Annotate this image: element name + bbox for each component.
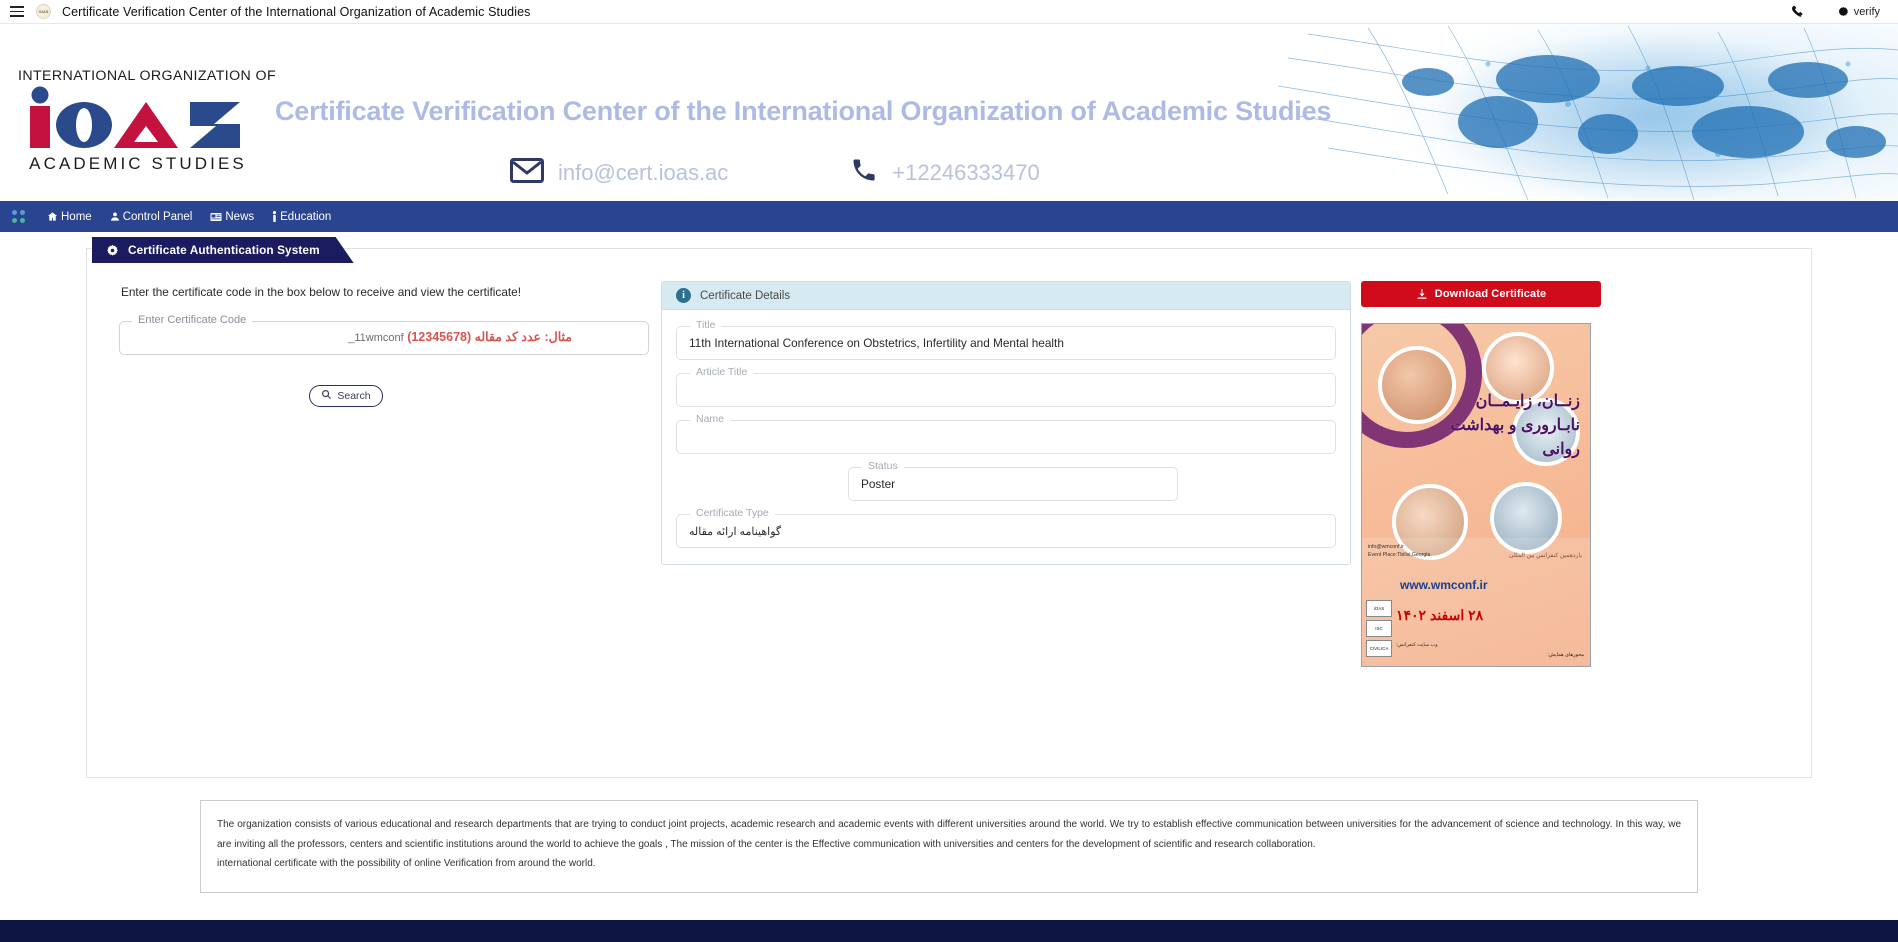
verify-label: verify [1853, 5, 1880, 18]
poster-event-place: Event Place:Tbilisi,Georgia [1368, 552, 1431, 558]
ioas-logo-mark [30, 86, 240, 148]
details-field-title[interactable]: Title 11th International Conference on O… [676, 319, 1336, 360]
ioas-logo: INTERNATIONAL ORGANIZATION OF ACADEMIC S… [18, 68, 277, 174]
nav-label-education: Education [280, 210, 332, 223]
logo-bottom-line: ACADEMIC STUDIES [29, 154, 247, 173]
hamburger-icon[interactable] [10, 6, 24, 17]
certificate-poster-image[interactable]: زنــان، زایـمــان نابـاروری و بهداشت روا… [1361, 323, 1591, 667]
certificate-sidebar: Download Certificate زنــان، زایـمــان ن… [1361, 281, 1601, 667]
placeholder-code: 11wmconf_ [348, 332, 404, 344]
nav-item-news[interactable]: News [201, 209, 263, 225]
poster-title-fa: زنــان، زایـمــان نابـاروری و بهداشت روا… [1450, 393, 1580, 458]
poster-badge-0: iOAS [1366, 600, 1392, 617]
details-value-status: Poster [861, 477, 896, 491]
browser-chrome: IOAS Certificate Verification Center of … [0, 0, 1898, 24]
details-field-status[interactable]: Status Poster [848, 460, 1178, 501]
footer-paragraph-2: international certificate with the possi… [217, 858, 596, 869]
details-header: i Certificate Details [662, 282, 1350, 310]
envelope-icon [510, 157, 544, 188]
card-ribbon-title: Certificate Authentication System [128, 243, 320, 257]
burst-icon [1838, 7, 1848, 16]
certificate-card: Certificate Authentication System Enter … [86, 248, 1812, 778]
footer: The organization consists of various edu… [0, 800, 1898, 893]
details-field-certificate-type[interactable]: Certificate Type گواهینامه ارائه مقاله [676, 507, 1336, 548]
search-button-label: Search [337, 390, 371, 402]
phone-icon [850, 156, 878, 189]
details-value-title: 11th International Conference on Obstetr… [689, 336, 1064, 350]
footer-paragraph-1: The organization consists of various edu… [217, 819, 1681, 850]
browser-chrome-actions: verify [1791, 5, 1888, 18]
browser-tab-title: Certificate Verification Center of the I… [62, 4, 531, 19]
search-panel: Enter the certificate code in the box be… [109, 281, 649, 667]
newspaper-icon [210, 212, 222, 222]
page-title: Certificate Verification Center of the I… [275, 96, 1332, 126]
info-icon: i [676, 288, 691, 303]
poster-badges: iOAS ISC CIVILICA [1366, 600, 1394, 660]
details-legend-article-title: Article Title [690, 366, 754, 378]
details-header-title: Certificate Details [700, 289, 791, 302]
nav-item-home[interactable]: Home [38, 209, 101, 225]
nav-label-control-panel: Control Panel [122, 210, 193, 223]
poster-topics-block: محورهای همایش: [1547, 652, 1584, 659]
certificate-code-placeholder: مثال: عدد کد مقاله (12345678) 11wmconf_ [348, 329, 572, 344]
contact-email[interactable]: info@cert.ioas.ac [510, 157, 729, 188]
user-icon [110, 211, 120, 222]
certificate-code-legend: Enter Certificate Code [132, 314, 253, 326]
phone-text: +12246333470 [892, 159, 1040, 185]
footer-box: The organization consists of various edu… [200, 800, 1698, 893]
ioas-favicon: IOAS [36, 4, 51, 19]
certificate-details-panel: i Certificate Details Title 11th Interna… [661, 281, 1351, 667]
poster-email: info@wmconf.ir [1368, 544, 1404, 550]
details-legend-name: Name [690, 413, 731, 425]
download-button-label: Download Certificate [1434, 288, 1547, 300]
nav-label-news: News [225, 210, 255, 223]
poster-website-label: وب سایت کنفرانس: [1396, 642, 1438, 648]
placeholder-fa: مثال: عدد کد مقاله (12345678) [407, 330, 572, 344]
verify-indicator[interactable]: verify [1838, 5, 1880, 18]
gear-icon [106, 244, 119, 257]
contact-phone[interactable]: +12246333470 [850, 156, 1040, 189]
email-text: info@cert.ioas.ac [558, 159, 729, 185]
page-body: Certificate Authentication System Enter … [0, 248, 1898, 893]
poster-badge-2: CIVILICA [1366, 640, 1392, 657]
search-lead-text: Enter the certificate code in the box be… [121, 285, 521, 299]
nav-label-home: Home [61, 210, 92, 223]
details-value-certificate-type: گواهینامه ارائه مقاله [689, 526, 782, 538]
globe-lines-icon [1277, 25, 1898, 201]
header-contact-row: info@cert.ioas.ac +12246333470 [510, 156, 1040, 189]
card-inner: Enter the certificate code in the box be… [87, 249, 1811, 689]
main-navbar: Home Control Panel News Education [0, 201, 1898, 232]
poster-website: www.wmconf.ir [1400, 578, 1488, 592]
download-certificate-button[interactable]: Download Certificate [1361, 281, 1601, 307]
phone-icon[interactable] [1791, 5, 1805, 18]
grid-dots-icon[interactable] [12, 209, 26, 224]
details-legend-status: Status [862, 460, 904, 472]
download-icon [1417, 289, 1427, 299]
details-box: i Certificate Details Title 11th Interna… [661, 281, 1351, 565]
bottom-bar [0, 920, 1898, 942]
home-icon [47, 211, 58, 222]
card-ribbon: Certificate Authentication System [92, 237, 354, 263]
details-field-name[interactable]: Name [676, 413, 1336, 454]
details-legend-title: Title [690, 319, 722, 331]
details-body: Title 11th International Conference on O… [662, 310, 1350, 564]
site-header: INTERNATIONAL ORGANIZATION OF ACADEMIC S… [0, 24, 1898, 201]
nav-item-education[interactable]: Education [263, 209, 340, 225]
poster-red-line: ۲۸ اسفند ۱۴۰۲ [1396, 607, 1484, 623]
details-legend-certificate-type: Certificate Type [690, 507, 775, 519]
nav-item-control-panel[interactable]: Control Panel [101, 209, 202, 225]
info-icon [272, 211, 277, 222]
poster-badge-1: ISC [1366, 620, 1392, 637]
search-icon [321, 389, 332, 403]
details-field-article-title[interactable]: Article Title [676, 366, 1336, 407]
search-button[interactable]: Search [309, 385, 383, 407]
certificate-code-field[interactable]: Enter Certificate Code مثال: عدد کد مقال… [119, 314, 649, 355]
globe-graphic [1248, 24, 1898, 201]
logo-top-line: INTERNATIONAL ORGANIZATION OF [18, 68, 277, 84]
